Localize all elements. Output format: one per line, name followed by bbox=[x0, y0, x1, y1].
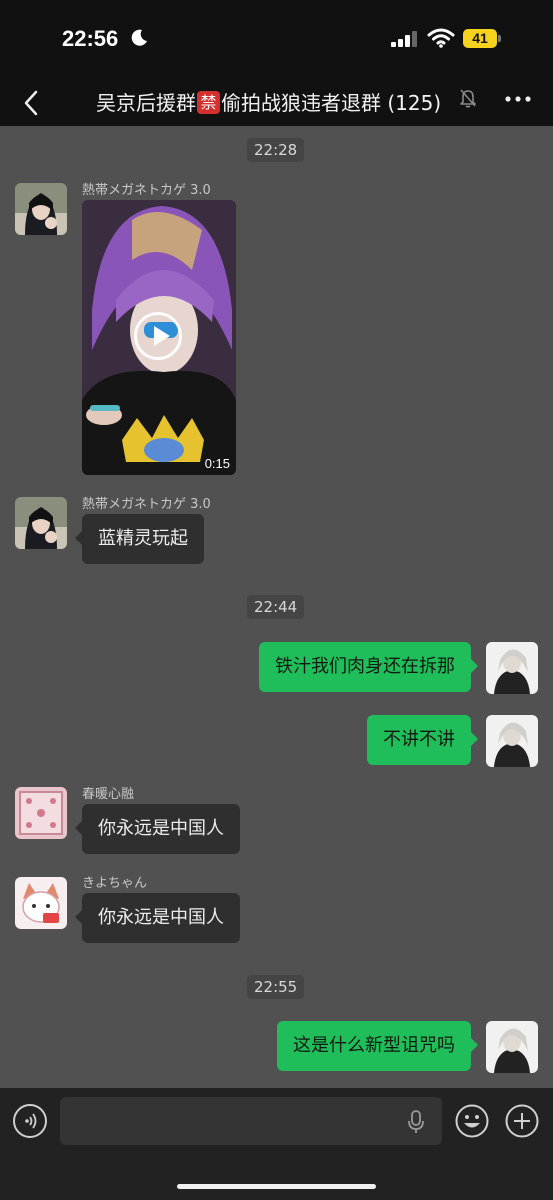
message-input[interactable] bbox=[60, 1097, 442, 1145]
more-icon[interactable] bbox=[505, 92, 531, 106]
sender-name: 春暖心融 bbox=[82, 787, 135, 802]
video-message[interactable]: 0:15 bbox=[82, 200, 236, 475]
group-title-part1: 吴京后援群 bbox=[96, 91, 196, 115]
moon-icon bbox=[131, 29, 147, 46]
status-bar: 22:56 41 bbox=[0, 0, 553, 78]
avatar-gecko[interactable] bbox=[15, 183, 67, 235]
home-indicator bbox=[177, 1184, 376, 1189]
wifi-icon bbox=[427, 28, 455, 48]
forbid-badge: 禁 bbox=[197, 91, 220, 114]
my-avatar[interactable] bbox=[486, 715, 538, 767]
input-bar bbox=[0, 1088, 553, 1200]
status-time: 22:56 bbox=[62, 26, 119, 51]
group-title-part2: 偷拍战狼违者退群 (125) bbox=[221, 91, 442, 115]
chat-area[interactable]: 22:28 熱帯メガネトカゲ 3.0 0:15 熱帯メガネトカゲ 3.0 蓝精灵… bbox=[0, 126, 553, 1088]
my-message-bubble[interactable]: 这是什么新型诅咒吗 bbox=[277, 1021, 478, 1071]
timestamp: 22:55 bbox=[247, 975, 305, 999]
timestamp: 22:28 bbox=[247, 138, 305, 162]
timestamp: 22:44 bbox=[247, 595, 305, 619]
emoji-icon[interactable] bbox=[455, 1104, 489, 1138]
video-duration: 0:15 bbox=[204, 456, 230, 471]
avatar-chunnuan[interactable] bbox=[15, 787, 67, 839]
sender-name: 熱帯メガネトカゲ 3.0 bbox=[82, 183, 211, 198]
my-message-bubble[interactable]: 不讲不讲 bbox=[367, 715, 478, 765]
mic-icon[interactable] bbox=[408, 1110, 424, 1134]
battery-indicator: 41 bbox=[463, 29, 501, 48]
my-message-bubble[interactable]: 铁汁我们肉身还在拆那 bbox=[259, 642, 478, 692]
avatar-kiyo[interactable] bbox=[15, 877, 67, 929]
message-bubble[interactable]: 蓝精灵玩起 bbox=[75, 514, 204, 564]
signal-icon bbox=[391, 31, 417, 47]
sender-name: きよちゃん bbox=[82, 876, 148, 891]
voice-icon[interactable] bbox=[13, 1104, 47, 1138]
sender-name: 熱帯メガネトカゲ 3.0 bbox=[82, 497, 211, 512]
message-bubble[interactable]: 你永远是中国人 bbox=[75, 804, 240, 854]
my-avatar[interactable] bbox=[486, 1021, 538, 1073]
message-bubble[interactable]: 你永远是中国人 bbox=[75, 893, 240, 943]
back-icon[interactable] bbox=[18, 88, 48, 118]
my-avatar[interactable] bbox=[486, 642, 538, 694]
play-icon[interactable] bbox=[134, 312, 182, 360]
mute-icon bbox=[460, 89, 476, 108]
plus-icon[interactable] bbox=[505, 1104, 539, 1138]
avatar-gecko[interactable] bbox=[15, 497, 67, 549]
group-title: 吴京后援群禁偷拍战狼违者退群 (125) bbox=[96, 87, 486, 117]
